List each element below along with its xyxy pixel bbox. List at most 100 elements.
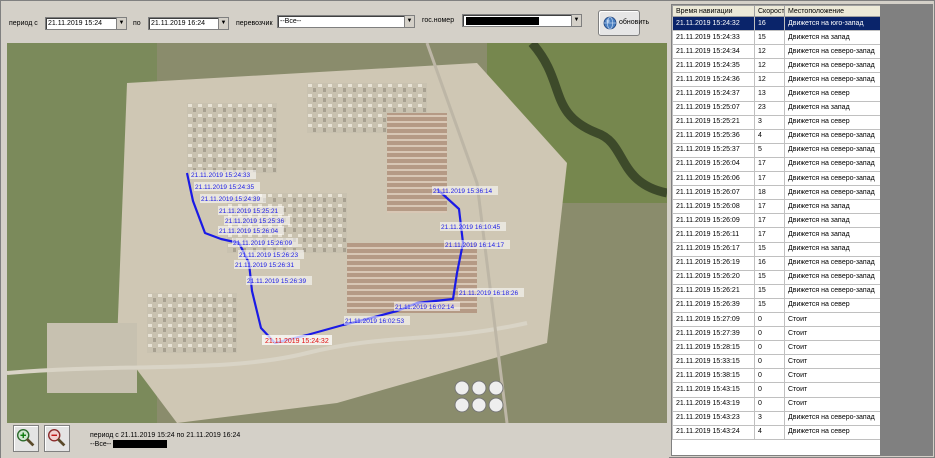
table-row[interactable]: 21.11.2019 15:26:04 17 Движется на северо-… [672, 156, 880, 173]
table-row[interactable]: 21.11.2019 15:26:17 15 Движется на запад [672, 241, 880, 257]
table-row[interactable]: 21.11.2019 15:38:15 0 Стоит [672, 368, 880, 384]
track-label[interactable]: 21.11.2019 16:18:26 [459, 290, 519, 297]
table-row[interactable]: 21.11.2019 15:24:32 16 Движется на юго-зап… [672, 15, 880, 32]
plate-summary-redacted [113, 440, 168, 449]
cell-speed: 23 [754, 100, 785, 116]
table-row[interactable]: 21.11.2019 15:24:37 13 Движется на север [672, 86, 880, 102]
track-label[interactable]: 21.11.2019 15:25:36 [225, 218, 285, 225]
cell-speed: 0 [754, 340, 785, 356]
cell-time: 21.11.2019 15:26:06 [672, 171, 755, 187]
cell-speed: 0 [754, 354, 785, 370]
table-row[interactable]: 21.11.2019 15:43:19 0 Стоит [672, 396, 880, 412]
cell-speed: 13 [754, 86, 785, 102]
cell-location: Движется на северо-запад [784, 283, 880, 299]
table-row[interactable]: 21.11.2019 15:24:36 12 Движется на северо-… [672, 72, 880, 88]
building-block-f [147, 293, 237, 353]
track-label[interactable]: 21.11.2019 15:24:39 [201, 196, 261, 203]
table-row[interactable]: 21.11.2019 15:24:35 12 Движется на северо-… [672, 58, 880, 74]
navigation-table[interactable]: Время навигации Скорость Местоположение … [671, 4, 881, 456]
table-row[interactable]: 21.11.2019 15:26:06 17 Движется на северо-… [672, 171, 880, 187]
bottom-bar: период с 21.11.2019 15:24 по 21.11.2019 … [1, 423, 669, 458]
cell-speed: 17 [754, 213, 785, 229]
table-row[interactable]: 21.11.2019 15:24:34 12 Движется на северо-… [672, 44, 880, 60]
table-row[interactable]: 21.11.2019 15:26:21 15 Движется на северо-… [672, 283, 880, 299]
table-scroll-area[interactable] [881, 4, 933, 456]
table-row[interactable]: 21.11.2019 15:27:09 0 Стоит [672, 311, 880, 328]
cell-time: 21.11.2019 15:25:37 [672, 142, 755, 158]
plate-select[interactable]: ▼ [462, 14, 582, 27]
plate-label: гос.номер [422, 17, 455, 24]
cell-speed: 15 [754, 297, 785, 313]
table-row[interactable]: 21.11.2019 15:28:15 0 Стоит [672, 340, 880, 356]
carrier-select[interactable]: --Все-- ▼ [277, 15, 415, 28]
table-row[interactable]: 21.11.2019 15:43:23 3 Движется на северо-з… [672, 410, 880, 426]
col-header-location[interactable]: Местоположение [784, 5, 880, 17]
table-row[interactable]: 21.11.2019 15:25:07 23 Движется на запад [672, 100, 880, 116]
table-row[interactable]: 21.11.2019 15:26:19 16 Движется на северо-… [672, 255, 880, 271]
table-row[interactable]: 21.11.2019 15:24:33 15 Движется на запад [672, 30, 880, 46]
cell-location: Движется на северо-запад [784, 128, 880, 144]
track-label[interactable]: 21.11.2019 15:26:23 [239, 252, 299, 259]
cell-time: 21.11.2019 15:25:36 [672, 128, 755, 144]
table-row[interactable]: 21.11.2019 15:43:15 0 Стоит [672, 382, 880, 398]
table-row[interactable]: 21.11.2019 15:33:15 0 Стоит [672, 354, 880, 370]
current-position-marker[interactable]: 21.11.2019 15:24:32 [262, 335, 332, 345]
refresh-button[interactable]: обновить [598, 10, 649, 36]
chevron-down-icon[interactable]: ▼ [116, 18, 126, 29]
cell-location: Движется на северо-запад [784, 410, 880, 426]
table-row[interactable]: 21.11.2019 15:25:21 3 Движется на север [672, 114, 880, 130]
track-label[interactable]: 21.11.2019 15:26:31 [235, 262, 295, 269]
track-label[interactable]: 21.11.2019 15:36:14 [433, 188, 493, 195]
cell-speed: 17 [754, 171, 785, 187]
table-row[interactable]: 21.11.2019 15:26:09 17 Движется на запад [672, 213, 880, 229]
cell-location: Движется на северо-запад [784, 156, 880, 173]
track-label[interactable]: 21.11.2019 16:02:14 [395, 304, 455, 311]
cell-location: Движется на северо-запад [784, 269, 880, 285]
table-row[interactable]: 21.11.2019 15:26:11 17 Движется на запад [672, 227, 880, 243]
table-row[interactable]: 21.11.2019 15:25:36 4 Движется на северо-з… [672, 128, 880, 144]
cell-speed: 16 [754, 15, 785, 32]
cell-time: 21.11.2019 15:26:39 [672, 297, 755, 313]
cell-location: Стоит [784, 340, 880, 356]
cell-speed: 17 [754, 227, 785, 243]
cell-location: Движется на север [784, 424, 880, 440]
map-canvas[interactable]: 21.11.2019 15:24:33 21.11.2019 15:24:35 21… [7, 43, 667, 423]
table-row[interactable]: 21.11.2019 15:27:39 0 Стоит [672, 326, 880, 342]
table-row[interactable]: 21.11.2019 15:26:39 15 Движется на север [672, 297, 880, 313]
track-label[interactable]: 21.11.2019 15:26:39 [247, 278, 307, 285]
cell-speed: 0 [754, 311, 785, 328]
track-label[interactable]: 21.11.2019 15:24:35 [195, 184, 255, 191]
cell-speed: 15 [754, 241, 785, 257]
cell-speed: 3 [754, 114, 785, 130]
period-to-picker[interactable]: 21.11.2019 16:24 ▼ [148, 17, 229, 30]
col-header-time[interactable]: Время навигации [672, 5, 755, 17]
cell-location: Движется на север [784, 297, 880, 313]
track-label[interactable]: 21.11.2019 16:10:45 [441, 224, 501, 231]
cell-time: 21.11.2019 15:43:24 [672, 424, 755, 440]
period-from-picker[interactable]: 21.11.2019 15:24 ▼ [45, 17, 127, 30]
cell-speed: 12 [754, 44, 785, 60]
track-label[interactable]: 21.11.2019 16:14:17 [445, 242, 505, 249]
table-row[interactable]: 21.11.2019 15:25:37 5 Движется на северо-з… [672, 142, 880, 158]
track-label[interactable]: 21.11.2019 15:24:33 [191, 172, 251, 179]
track-label[interactable]: 21.11.2019 16:02:53 [345, 318, 405, 325]
col-header-speed[interactable]: Скорость [754, 5, 785, 17]
track-label[interactable]: 21.11.2019 15:25:21 [219, 208, 279, 215]
table-row[interactable]: 21.11.2019 15:26:08 17 Движется на запад [672, 199, 880, 215]
cell-location: Движется на северо-запад [784, 142, 880, 158]
table-row[interactable]: 21.11.2019 15:43:24 4 Движется на север [672, 424, 880, 440]
cell-location: Стоит [784, 311, 880, 328]
table-row[interactable]: 21.11.2019 15:26:20 15 Движется на северо-… [672, 269, 880, 285]
zoom-in-button[interactable] [13, 425, 39, 452]
chevron-down-icon[interactable]: ▼ [404, 16, 414, 27]
cell-speed: 4 [754, 128, 785, 144]
cell-location: Движется на запад [784, 30, 880, 46]
cell-time: 21.11.2019 15:24:37 [672, 86, 755, 102]
track-label[interactable]: 21.11.2019 15:26:09 [233, 240, 293, 247]
chevron-down-icon[interactable]: ▼ [571, 15, 581, 26]
zoom-out-button[interactable] [44, 425, 70, 452]
chevron-down-icon[interactable]: ▼ [218, 18, 228, 29]
table-row[interactable]: 21.11.2019 15:26:07 18 Движется на северо-… [672, 185, 880, 201]
satellite-map[interactable]: 21.11.2019 15:24:33 21.11.2019 15:24:35 21… [7, 43, 667, 423]
track-label[interactable]: 21.11.2019 15:26:04 [219, 228, 279, 235]
